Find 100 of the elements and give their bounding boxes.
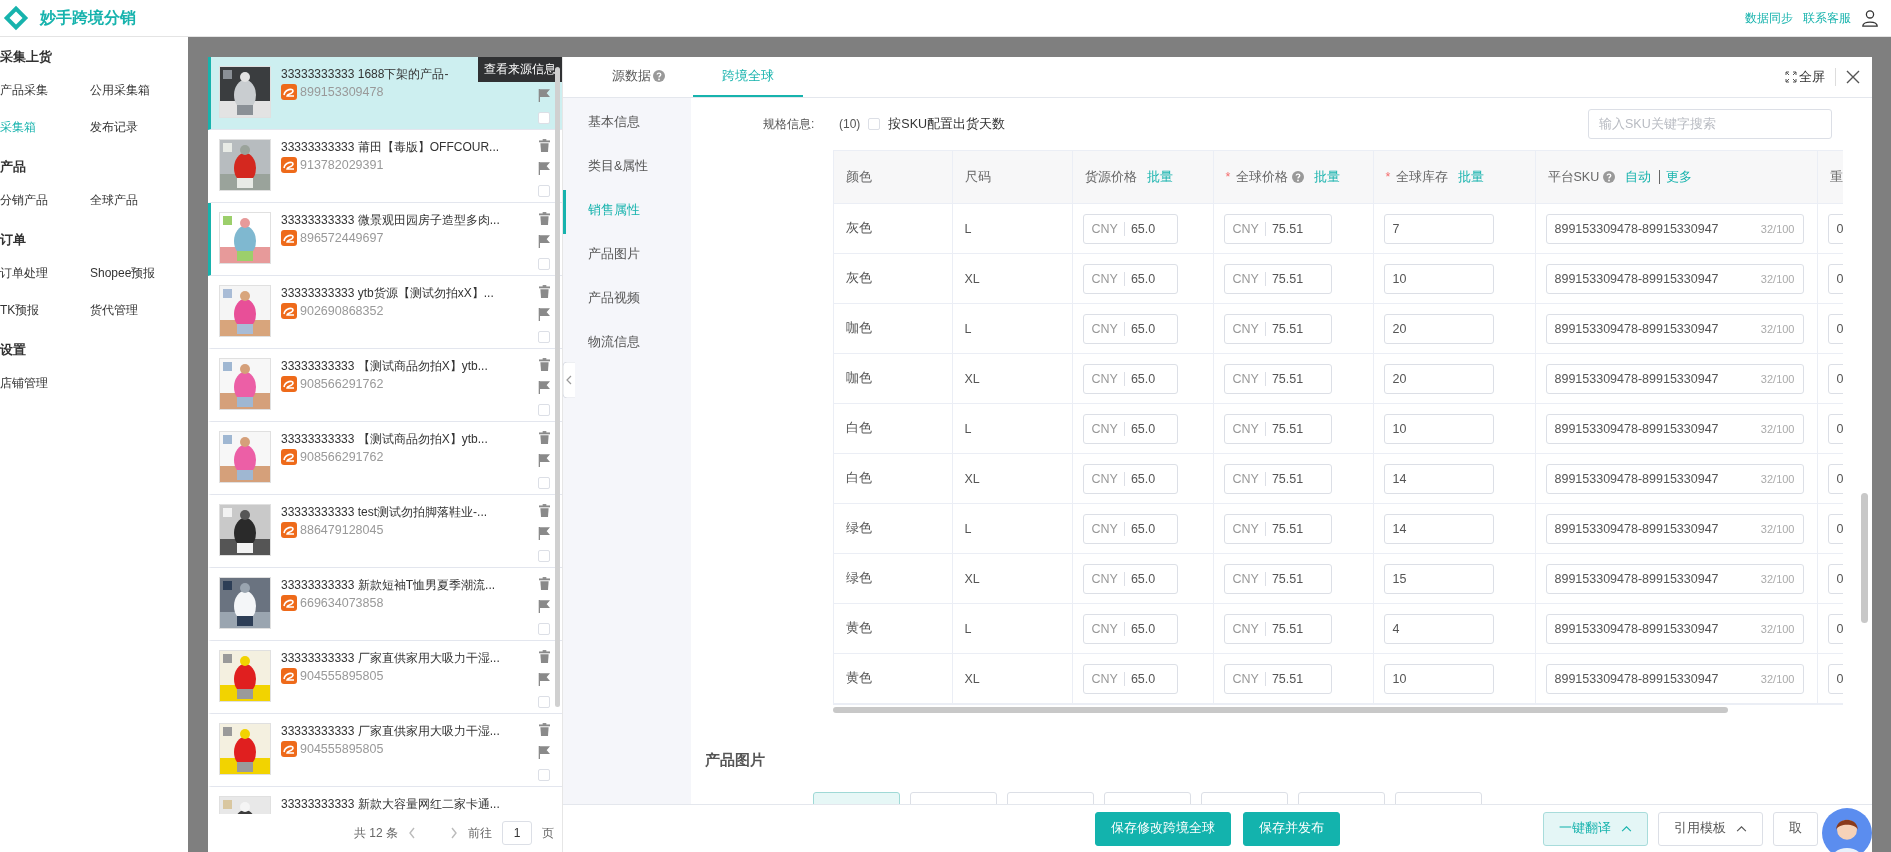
trash-icon[interactable] [538,212,550,225]
product-item[interactable]: 33333333333 微景观田园房子造型多肉... 896572449697 [208,203,562,276]
cancel-button[interactable]: 取 [1773,811,1818,846]
sidebar-item[interactable]: 全球产品 [90,193,188,230]
weight-field[interactable]: 0 [1827,663,1843,694]
nav-item[interactable]: 产品图片 [563,234,691,278]
sku-field[interactable]: 899153309478-89915330947 32/100 [1545,463,1804,494]
stock-field[interactable]: 4 [1383,613,1494,644]
weight-field[interactable]: 0 [1827,263,1843,294]
stock-field[interactable]: 20 [1383,313,1494,344]
checkbox[interactable] [538,331,550,343]
price-field[interactable]: CNY 65.0 [1082,213,1178,244]
sku-field[interactable]: 899153309478-89915330947 32/100 [1545,663,1804,694]
nav-item[interactable]: 产品视频 [563,278,691,322]
user-icon[interactable] [1861,9,1879,27]
sku-field[interactable]: 899153309478-89915330947 32/100 [1545,613,1804,644]
sku-field[interactable]: 899153309478-89915330947 32/100 [1545,213,1804,244]
stock-field[interactable]: 10 [1383,413,1494,444]
price-field[interactable]: CNY 75.51 [1223,363,1332,394]
sku-field[interactable]: 899153309478-89915330947 32/100 [1545,413,1804,444]
weight-field[interactable]: 0 [1827,463,1843,494]
sku-field[interactable]: 899153309478-89915330947 32/100 [1545,513,1804,544]
flag-icon[interactable] [538,162,550,175]
checkbox[interactable] [538,258,550,270]
page-input[interactable]: 1 [502,821,532,845]
nav-item[interactable]: 物流信息 [563,322,691,366]
sku-field[interactable]: 899153309478-89915330947 32/100 [1545,313,1804,344]
checkbox[interactable] [538,550,550,562]
dropdown-button[interactable]: 引用模板 [1658,811,1763,846]
sku-field[interactable]: 899153309478-89915330947 32/100 [1545,563,1804,594]
price-field[interactable]: CNY 75.51 [1223,263,1332,294]
scrollbar[interactable] [555,67,560,707]
price-field[interactable]: CNY 65.0 [1082,563,1178,594]
stock-field[interactable]: 7 [1383,213,1494,244]
price-field[interactable]: CNY 75.51 [1223,413,1332,444]
collapse-handle[interactable] [563,362,575,398]
stock-field[interactable]: 15 [1383,563,1494,594]
flag-icon[interactable] [538,454,550,467]
price-field[interactable]: CNY 65.0 [1082,613,1178,644]
trash-icon[interactable] [538,723,550,736]
close-icon[interactable] [1846,70,1860,84]
checkbox[interactable] [538,477,550,489]
checkbox[interactable] [538,623,550,635]
price-field[interactable]: CNY 65.0 [1082,463,1178,494]
flag-icon[interactable] [538,89,550,102]
nav-item[interactable]: 类目&属性 [563,146,691,190]
stock-field[interactable]: 20 [1383,363,1494,394]
price-field[interactable]: CNY 65.0 [1082,513,1178,544]
weight-field[interactable]: 0 [1827,313,1843,344]
flag-icon[interactable] [538,673,550,686]
sidebar-item[interactable]: Shopee预报 [90,266,188,303]
flag-icon[interactable] [538,527,550,540]
flag-icon[interactable] [538,308,550,321]
support-avatar[interactable] [1822,808,1872,852]
stock-field[interactable]: 10 [1383,263,1494,294]
price-field[interactable]: CNY 75.51 [1223,563,1332,594]
trash-icon[interactable] [538,504,550,517]
trash-icon[interactable] [538,431,550,444]
chevron-left-icon[interactable] [408,827,416,839]
checkbox[interactable] [868,118,881,130]
weight-field[interactable]: 0 [1827,213,1843,244]
price-field[interactable]: CNY 65.0 [1082,413,1178,444]
flag-icon[interactable] [538,381,550,394]
stock-field[interactable]: 14 [1383,513,1494,544]
price-field[interactable]: CNY 75.51 [1223,663,1332,694]
price-field[interactable]: CNY 75.51 [1223,313,1332,344]
checkbox[interactable] [538,404,550,416]
sidebar-item[interactable]: 发布记录 [90,120,188,157]
chevron-right-icon[interactable] [450,827,458,839]
price-field[interactable]: CNY 65.0 [1082,363,1178,394]
trash-icon[interactable] [538,139,550,152]
sku-field[interactable]: 899153309478-89915330947 32/100 [1545,363,1804,394]
sku-field[interactable]: 899153309478-89915330947 32/100 [1545,263,1804,294]
sidebar-item[interactable]: 公用采集箱 [90,83,188,120]
fullscreen-button[interactable]: 全屏 [1785,68,1825,86]
sidebar-item[interactable]: 店铺管理 [0,376,90,413]
sidebar-item[interactable]: 产品采集 [0,83,90,120]
price-field[interactable]: CNY 75.51 [1223,213,1332,244]
trash-icon[interactable] [538,650,550,663]
price-field[interactable]: CNY 75.51 [1223,513,1332,544]
checkbox[interactable] [538,185,550,197]
stock-field[interactable]: 14 [1383,463,1494,494]
sidebar-item[interactable]: TK预报 [0,303,90,340]
price-field[interactable]: CNY 65.0 [1082,663,1178,694]
sidebar-item[interactable]: 货代管理 [90,303,188,340]
flag-icon[interactable] [538,600,550,613]
trash-icon[interactable] [538,577,550,590]
price-field[interactable]: CNY 65.0 [1082,313,1178,344]
checkbox[interactable] [538,769,550,781]
sidebar-item[interactable]: 订单处理 [0,266,90,303]
trash-icon[interactable] [538,285,550,298]
scrollbar[interactable] [1861,493,1868,623]
trash-icon[interactable] [538,358,550,371]
nav-item[interactable]: 基本信息 [563,102,691,146]
price-field[interactable]: CNY 65.0 [1082,263,1178,294]
flag-icon[interactable] [538,235,550,248]
tab[interactable]: 源数据 [583,57,693,97]
price-field[interactable]: CNY 75.51 [1223,613,1332,644]
sidebar-item[interactable]: 分销产品 [0,193,90,230]
checkbox[interactable] [538,696,550,708]
